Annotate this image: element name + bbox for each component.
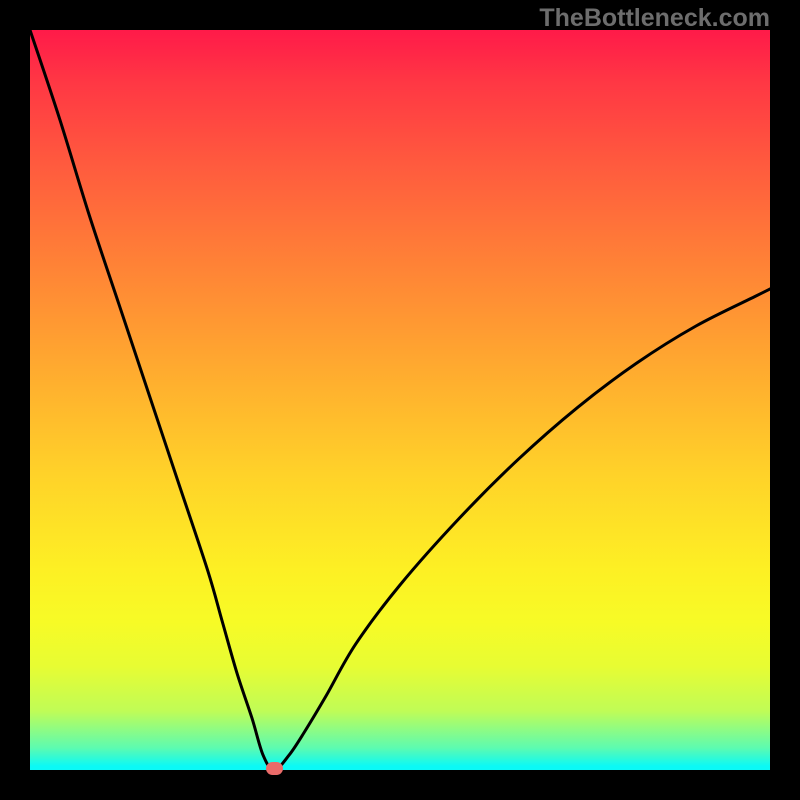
bottleneck-curve [30, 30, 770, 770]
chart-svg [30, 30, 770, 770]
attribution-text: TheBottleneck.com [539, 4, 770, 33]
optimum-marker [266, 762, 283, 775]
chart-frame: TheBottleneck.com [0, 0, 800, 800]
